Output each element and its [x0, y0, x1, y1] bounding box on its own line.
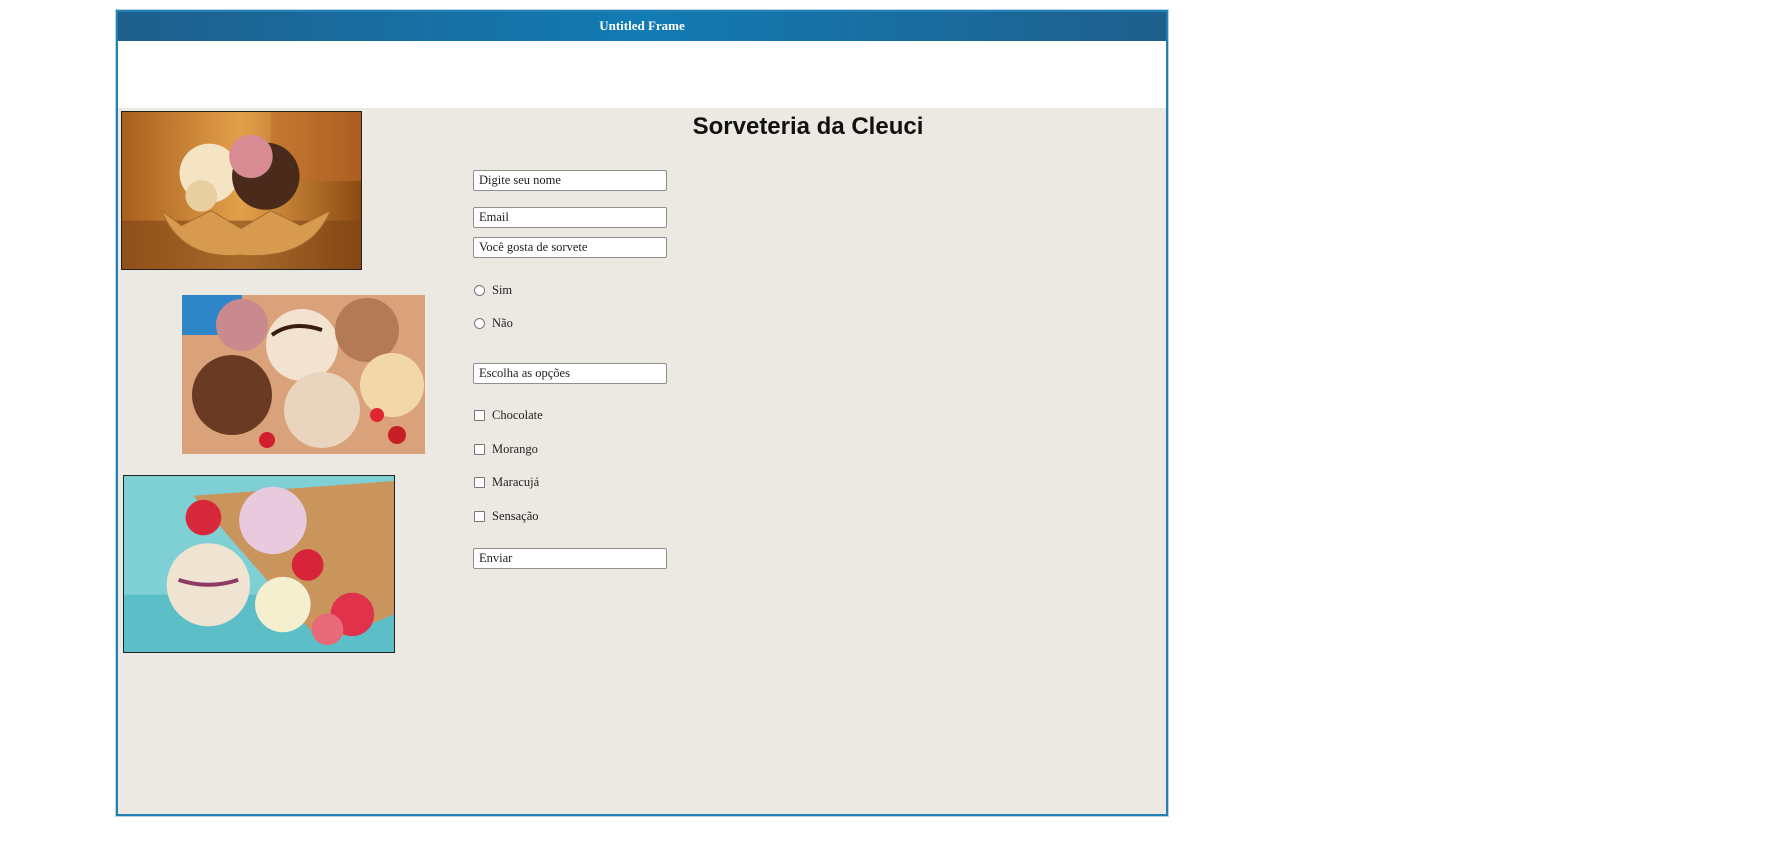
radio-button[interactable]	[474, 284, 485, 296]
choices-input[interactable]	[473, 363, 667, 384]
submit-button[interactable]: Enviar	[473, 548, 667, 569]
page-title: Sorveteria da Cleuci	[692, 113, 924, 140]
checkbox-label-chocolate: Chocolate	[492, 407, 543, 422]
ice-cream-cone-image	[123, 475, 395, 653]
radio-label-sim: Sim	[492, 282, 513, 297]
ice-cream-bowl-image	[121, 111, 362, 270]
checkbox-option-morango[interactable]: Morango	[474, 441, 538, 457]
checkbox-option-chocolate[interactable]: Chocolate	[474, 407, 543, 423]
checkbox-option-sensacao[interactable]: Sensação	[474, 508, 539, 524]
checkbox-label-maracuja: Maracujá	[492, 474, 540, 489]
checkbox-label-morango: Morango	[492, 441, 538, 456]
radio-button[interactable]	[474, 317, 485, 329]
radio-label-nao: Não	[492, 315, 513, 330]
checkbox-option-maracuja[interactable]: Maracujá	[474, 474, 539, 490]
checkbox[interactable]	[474, 409, 485, 421]
app-frame: Untitled Frame Sorveteria da Cleuci Digi…	[116, 10, 1168, 816]
radio-option-nao[interactable]: Não	[474, 315, 513, 331]
checkbox[interactable]	[474, 443, 485, 455]
checkbox[interactable]	[474, 476, 485, 488]
ice-cream-scoops-image	[182, 295, 425, 454]
radio-option-sim[interactable]: Sim	[474, 282, 512, 298]
name-input[interactable]	[473, 170, 667, 191]
checkbox-label-sensacao: Sensação	[492, 508, 539, 523]
checkbox[interactable]	[474, 510, 485, 522]
window-title: Untitled Frame	[118, 12, 1166, 41]
likes-ice-cream-input[interactable]	[473, 237, 667, 258]
email-input[interactable]	[473, 207, 667, 228]
header-area	[118, 41, 1166, 108]
